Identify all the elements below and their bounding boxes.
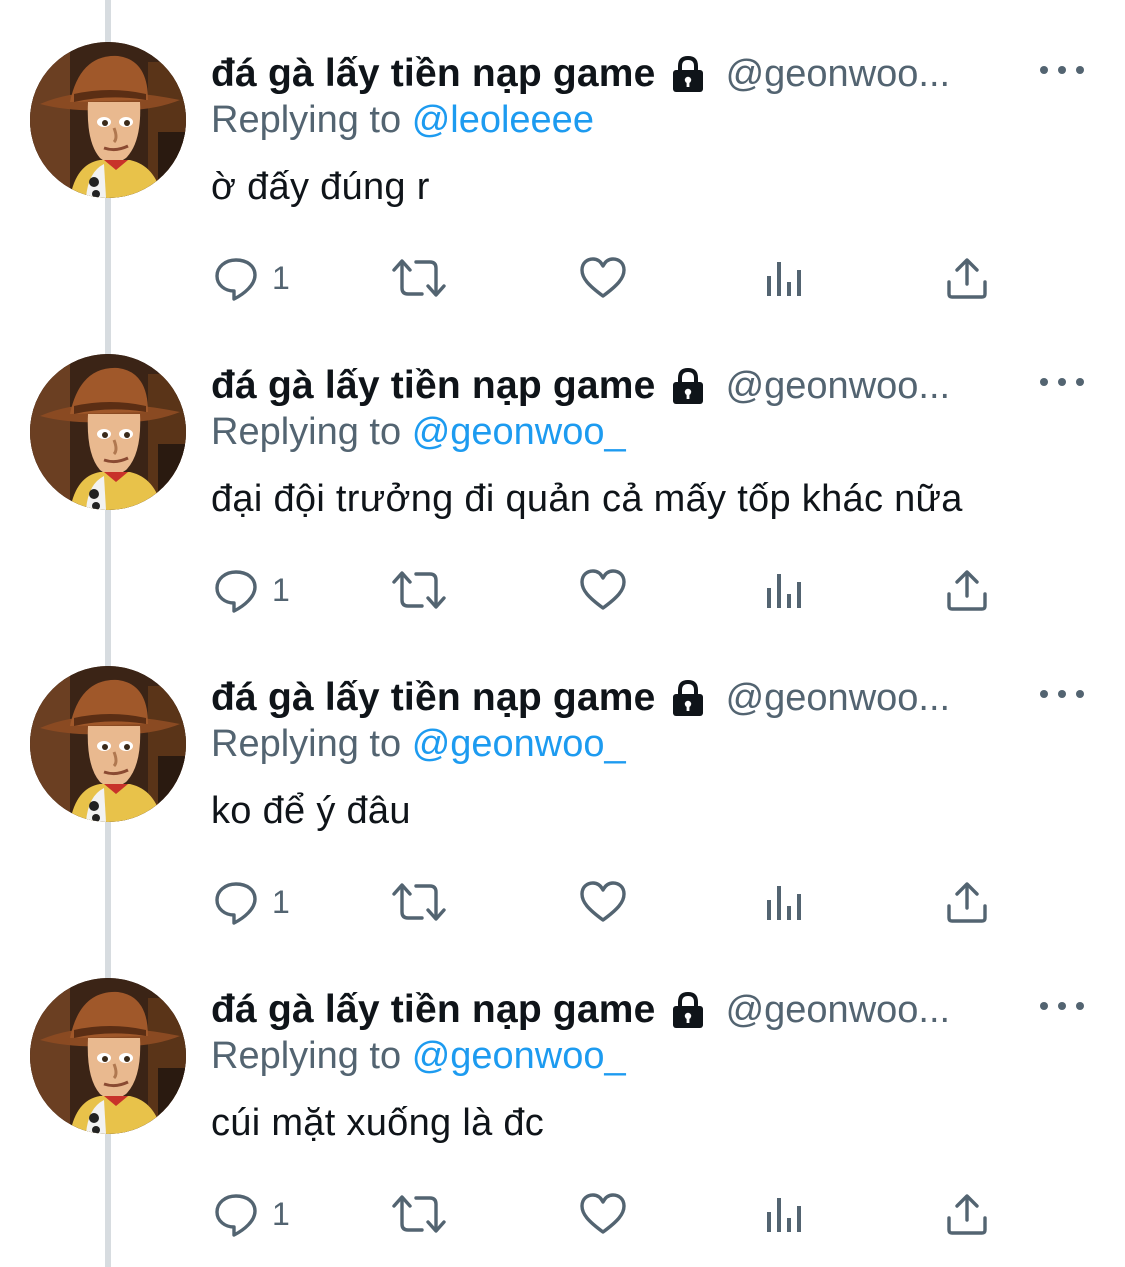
analytics-bars-icon	[767, 886, 801, 920]
lock-icon	[668, 366, 708, 406]
user-handle[interactable]: @geonwoo...	[726, 53, 951, 96]
retweet-icon	[392, 259, 446, 297]
view-analytics-button[interactable]	[764, 248, 808, 308]
like-button[interactable]	[578, 1184, 628, 1244]
share-button[interactable]	[944, 1184, 990, 1244]
more-options-button[interactable]	[1040, 992, 1084, 1020]
more-options-button[interactable]	[1040, 56, 1084, 84]
like-button[interactable]	[578, 248, 628, 308]
replying-to-line: Replying to @geonwoo_	[211, 1035, 626, 1078]
tweet-header: đá gà lấy tiền nạp game @geonwoo...	[211, 50, 950, 98]
share-upload-icon	[947, 882, 987, 923]
share-button[interactable]	[944, 872, 990, 932]
tweet[interactable]: đá gà lấy tiền nạp game @geonwoo... Repl…	[0, 936, 1125, 1248]
tweet-header: đá gà lấy tiền nạp game @geonwoo...	[211, 362, 950, 410]
replying-prefix: Replying to	[211, 723, 402, 765]
share-upload-icon	[947, 1194, 987, 1235]
action-bar: 1	[0, 560, 1125, 620]
display-name[interactable]: đá gà lấy tiền nạp game	[211, 676, 656, 720]
user-handle[interactable]: @geonwoo...	[726, 365, 951, 408]
retweet-button[interactable]	[390, 248, 448, 308]
action-bar: 1	[0, 248, 1125, 308]
analytics-bars-icon	[767, 574, 801, 608]
view-analytics-button[interactable]	[764, 1184, 808, 1244]
tweet-text: ờ đấy đúng r	[211, 166, 430, 208]
avatar[interactable]	[30, 978, 186, 1134]
reply-count: 1	[272, 1195, 290, 1232]
reply-button[interactable]: 1	[214, 872, 290, 932]
tweet-header: đá gà lấy tiền nạp game @geonwoo...	[211, 986, 950, 1034]
tweet[interactable]: đá gà lấy tiền nạp game @geonwoo... Repl…	[0, 0, 1125, 312]
tweet[interactable]: đá gà lấy tiền nạp game @geonwoo... Repl…	[0, 312, 1125, 624]
more-options-button[interactable]	[1040, 680, 1084, 708]
view-analytics-button[interactable]	[764, 560, 808, 620]
avatar[interactable]	[30, 42, 186, 198]
retweet-icon	[392, 1195, 446, 1233]
retweet-icon	[392, 883, 446, 921]
reply-bubble-icon	[215, 882, 257, 925]
analytics-bars-icon	[767, 1198, 801, 1232]
share-button[interactable]	[944, 560, 990, 620]
share-button[interactable]	[944, 248, 990, 308]
user-handle[interactable]: @geonwoo...	[726, 677, 951, 720]
reply-bubble-icon	[215, 570, 257, 613]
replying-to-mention[interactable]: @geonwoo_	[412, 1035, 626, 1077]
like-button[interactable]	[578, 872, 628, 932]
replying-to-mention[interactable]: @geonwoo_	[412, 411, 626, 453]
action-bar: 1	[0, 872, 1125, 932]
replying-prefix: Replying to	[211, 99, 402, 141]
retweet-button[interactable]	[390, 560, 448, 620]
lock-icon	[668, 990, 708, 1030]
tweet-text: đại đội trưởng đi quản cả mấy tốp khác n…	[211, 478, 963, 520]
retweet-button[interactable]	[390, 872, 448, 932]
heart-icon	[580, 1193, 626, 1234]
avatar[interactable]	[30, 354, 186, 510]
share-upload-icon	[947, 570, 987, 611]
reply-bubble-icon	[215, 258, 257, 301]
action-bar: 1	[0, 1184, 1125, 1244]
heart-icon	[580, 257, 626, 298]
retweet-button[interactable]	[390, 1184, 448, 1244]
replying-to-mention[interactable]: @leoleeee	[412, 99, 594, 141]
user-handle[interactable]: @geonwoo...	[726, 989, 951, 1032]
tweet-header: đá gà lấy tiền nạp game @geonwoo...	[211, 674, 950, 722]
share-upload-icon	[947, 258, 987, 299]
heart-icon	[580, 881, 626, 922]
replying-to-line: Replying to @geonwoo_	[211, 411, 626, 454]
reply-bubble-icon	[215, 1194, 257, 1237]
replying-to-line: Replying to @leoleeee	[211, 99, 594, 142]
reply-button[interactable]: 1	[214, 248, 290, 308]
replying-prefix: Replying to	[211, 411, 402, 453]
reply-count: 1	[272, 259, 290, 296]
lock-icon	[668, 678, 708, 718]
reply-button[interactable]: 1	[214, 560, 290, 620]
display-name[interactable]: đá gà lấy tiền nạp game	[211, 364, 656, 408]
more-dots-icon	[1040, 1002, 1048, 1010]
tweet-text: cúi mặt xuống là đc	[211, 1102, 545, 1144]
reply-button[interactable]: 1	[214, 1184, 290, 1244]
display-name[interactable]: đá gà lấy tiền nạp game	[211, 988, 656, 1032]
avatar[interactable]	[30, 666, 186, 822]
lock-icon	[668, 54, 708, 94]
reply-count: 1	[272, 883, 290, 920]
more-dots-icon	[1040, 66, 1048, 74]
heart-icon	[580, 569, 626, 610]
more-options-button[interactable]	[1040, 368, 1084, 396]
replying-prefix: Replying to	[211, 1035, 402, 1077]
analytics-bars-icon	[767, 262, 801, 296]
replying-to-line: Replying to @geonwoo_	[211, 723, 626, 766]
tweet[interactable]: đá gà lấy tiền nạp game @geonwoo... Repl…	[0, 624, 1125, 936]
reply-count: 1	[272, 571, 290, 608]
retweet-icon	[392, 571, 446, 609]
display-name[interactable]: đá gà lấy tiền nạp game	[211, 52, 656, 96]
more-dots-icon	[1040, 378, 1048, 386]
replying-to-mention[interactable]: @geonwoo_	[412, 723, 626, 765]
more-dots-icon	[1040, 690, 1048, 698]
like-button[interactable]	[578, 560, 628, 620]
view-analytics-button[interactable]	[764, 872, 808, 932]
tweet-text: ko để ý đâu	[211, 790, 411, 832]
